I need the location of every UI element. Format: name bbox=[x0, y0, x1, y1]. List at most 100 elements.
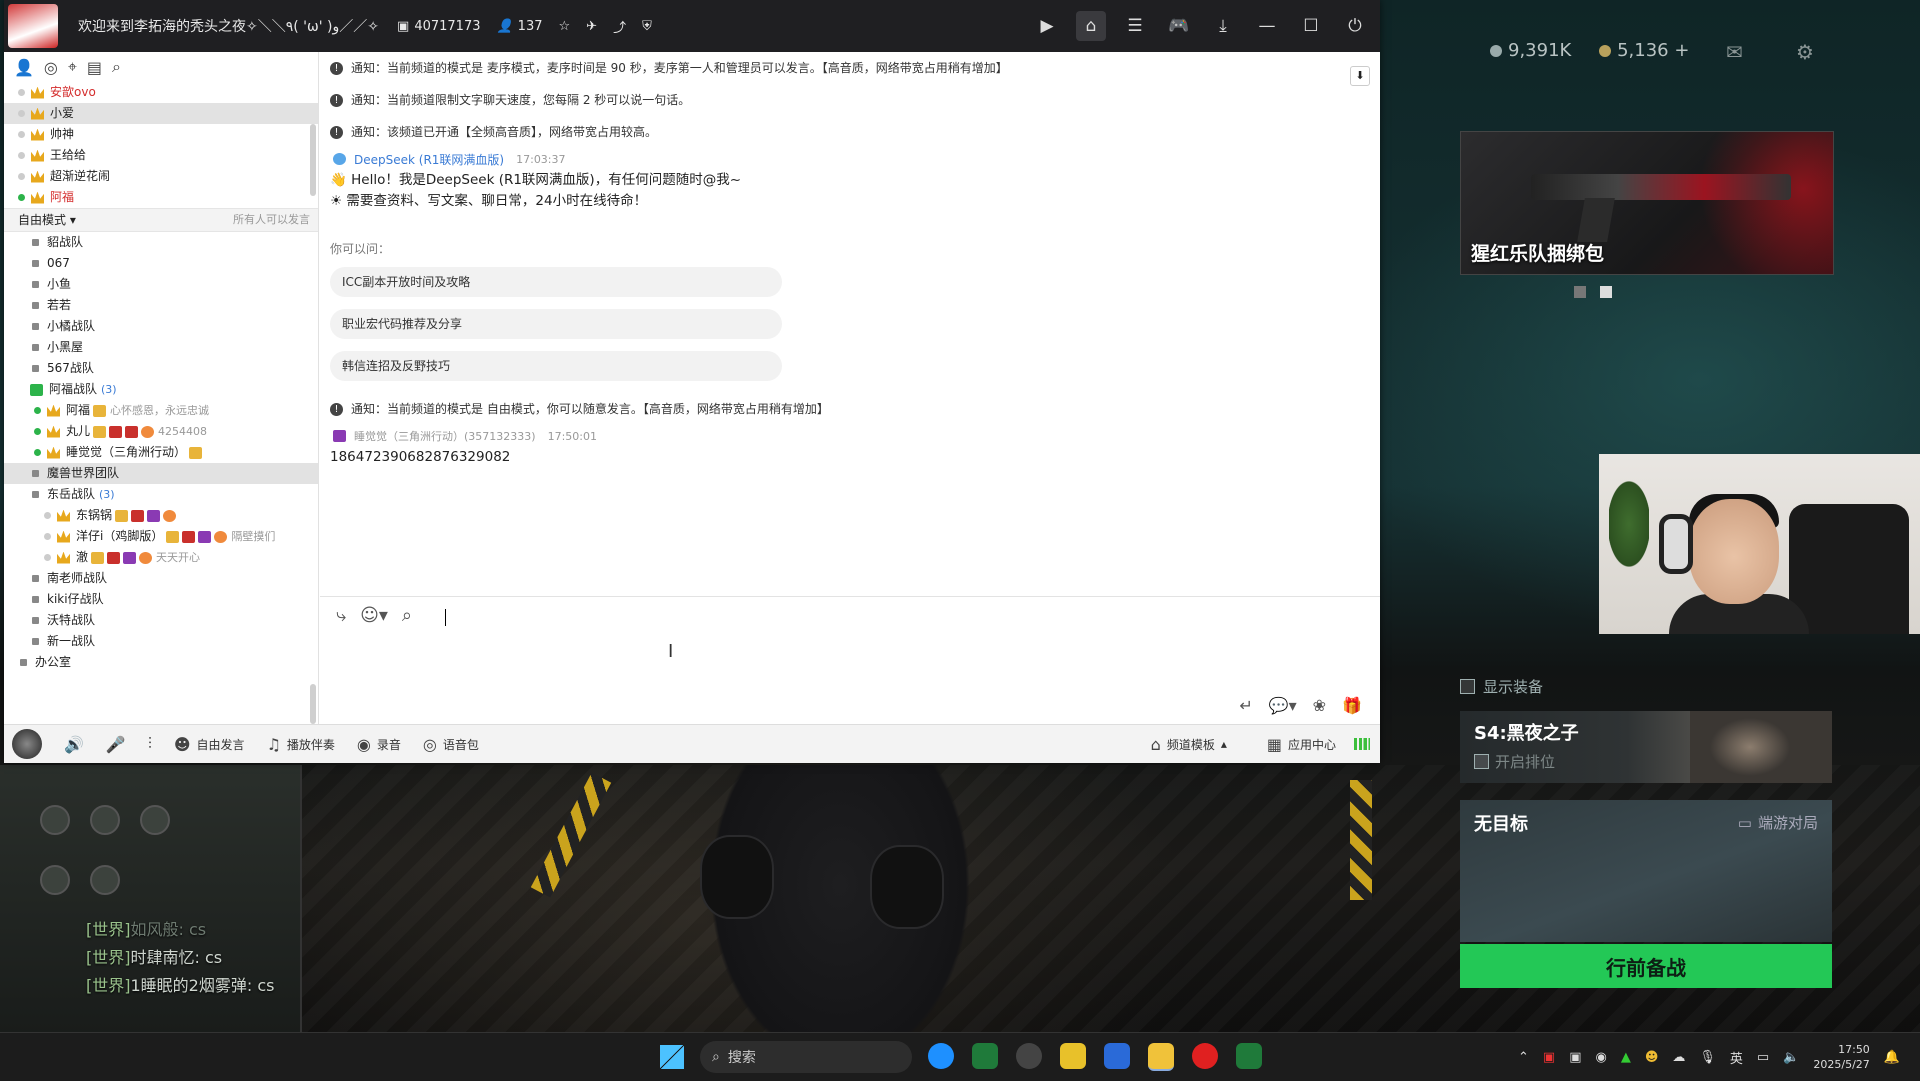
user-row[interactable]: 王给给 bbox=[4, 145, 318, 166]
scroll-down-button[interactable]: ⬇ bbox=[1350, 66, 1370, 86]
volume-icon[interactable]: 🔈 bbox=[1783, 1050, 1799, 1065]
shield-icon[interactable]: ⛨ bbox=[642, 19, 652, 34]
voice-pack-button[interactable]: ◎ 语音包 bbox=[423, 735, 479, 754]
member-row[interactable]: 阿福 心怀感恩，永远忠诚 bbox=[4, 400, 318, 421]
channel-item[interactable]: 貂战队 bbox=[4, 232, 318, 253]
enter-icon[interactable]: ↵ bbox=[1239, 696, 1252, 715]
show-equipment-toggle[interactable]: 显示装备 bbox=[1460, 676, 1543, 697]
maximize-button[interactable]: ☐ bbox=[1296, 11, 1326, 41]
mic-icon[interactable]: 🎤 bbox=[106, 735, 126, 754]
tray-app-icon[interactable]: ▣ bbox=[1543, 1050, 1555, 1065]
suggestion-chip[interactable]: 韩信连招及反野技巧 bbox=[330, 351, 782, 381]
record-button[interactable]: ◉ 录音 bbox=[357, 735, 401, 754]
channel-item[interactable]: 小橘战队 bbox=[4, 316, 318, 337]
yy-voice-icon[interactable] bbox=[1148, 1043, 1174, 1071]
promo-pager[interactable] bbox=[1574, 286, 1626, 301]
member-row[interactable]: 洋仔i（鸡脚版） 隔壁摸们 bbox=[4, 526, 318, 547]
channel-item[interactable]: 新一战队 bbox=[4, 631, 318, 652]
channel-item[interactable]: 若若 bbox=[4, 295, 318, 316]
channel-item[interactable]: 魔兽世界团队 bbox=[4, 463, 318, 484]
location-icon[interactable]: ⌖ bbox=[68, 57, 77, 77]
app-icon[interactable] bbox=[1236, 1043, 1262, 1069]
member-row[interactable]: 睡觉觉（三角洲行动） bbox=[4, 442, 318, 463]
chat-icon[interactable]: ◎ bbox=[44, 58, 58, 77]
message-input-area[interactable]: ⤷ ☺▾ ⌕ I ↵ 💬▾ ❀ 🎁 bbox=[320, 596, 1380, 725]
channel-logo[interactable] bbox=[8, 4, 58, 48]
ime-indicator[interactable]: 英 bbox=[1730, 1048, 1743, 1067]
mission-card[interactable]: 无目标 ▭ 端游对局 bbox=[1460, 800, 1832, 942]
scrollbar[interactable] bbox=[310, 124, 316, 196]
sender-name[interactable]: 睡觉觉（三角洲行动）(357132333) bbox=[354, 428, 536, 444]
channel-item[interactable]: 567战队 bbox=[4, 358, 318, 379]
season-card[interactable]: S4:黑夜之子 开启排位 bbox=[1460, 711, 1832, 783]
app-icon[interactable] bbox=[1104, 1043, 1130, 1069]
channel-group[interactable]: 东岳战队 (3) bbox=[4, 484, 318, 505]
free-speak-button[interactable]: ☻ 自由发言 bbox=[174, 735, 245, 754]
video-icon[interactable]: ▶ bbox=[1032, 11, 1062, 41]
list-icon[interactable]: ☰ bbox=[1120, 11, 1150, 41]
channel-item[interactable]: 小鱼 bbox=[4, 274, 318, 295]
member-row[interactable]: 东锅锅 bbox=[4, 505, 318, 526]
taskbar-search[interactable]: ⌕ 搜索 bbox=[700, 1041, 912, 1073]
cloud-icon[interactable]: ☁ bbox=[1672, 1050, 1685, 1065]
online-count[interactable]: 👤 137 bbox=[496, 19, 542, 34]
search-icon[interactable]: ⌕ bbox=[112, 57, 121, 77]
channel-group[interactable]: 阿福战队 (3) bbox=[4, 379, 318, 400]
app-icon[interactable] bbox=[1060, 1043, 1086, 1069]
channel-item[interactable]: 沃特战队 bbox=[4, 610, 318, 631]
share-icon[interactable]: ⤴ bbox=[613, 17, 626, 36]
edge-icon[interactable] bbox=[928, 1043, 954, 1069]
app-center-button[interactable]: ▦ 应用中心 bbox=[1267, 735, 1336, 754]
scrollbar[interactable] bbox=[310, 684, 316, 724]
tray-app-icon[interactable]: ▲ bbox=[1621, 1050, 1631, 1065]
channel-id[interactable]: ▣ 40717173 bbox=[397, 19, 480, 34]
emoji-icon[interactable]: ☺▾ bbox=[360, 605, 388, 626]
music-app-icon[interactable] bbox=[1192, 1043, 1218, 1069]
clock[interactable]: 17:50 2025/5/27 bbox=[1813, 1042, 1869, 1072]
mail-icon[interactable]: ✉ bbox=[1726, 42, 1752, 62]
bot-name[interactable]: DeepSeek (R1联网满血版) bbox=[354, 151, 504, 168]
network-icon[interactable]: ▭ bbox=[1757, 1050, 1769, 1065]
tray-app-icon[interactable]: ☻ bbox=[1645, 1050, 1659, 1065]
minimize-button[interactable]: — bbox=[1252, 11, 1282, 41]
ranked-toggle[interactable]: 开启排位 bbox=[1474, 751, 1555, 772]
flower-icon[interactable]: ❀ bbox=[1313, 696, 1326, 715]
board-icon[interactable]: ▤ bbox=[87, 58, 102, 77]
user-row[interactable]: 小爱 bbox=[4, 103, 318, 124]
channel-item[interactable]: kiki仔战队 bbox=[4, 589, 318, 610]
avatar[interactable] bbox=[12, 729, 42, 759]
contacts-icon[interactable]: 👤 bbox=[14, 58, 34, 77]
checkbox[interactable] bbox=[1460, 679, 1475, 694]
gear-icon[interactable]: ⚙ bbox=[1796, 42, 1822, 62]
channel-item[interactable]: 办公室 bbox=[4, 652, 318, 673]
mic-icon[interactable]: 🎙 bbox=[1699, 1050, 1716, 1065]
gift-icon[interactable]: 🎁 bbox=[1342, 696, 1362, 715]
channel-item[interactable]: 小黑屋 bbox=[4, 337, 318, 358]
user-row[interactable]: 超渐逆花闹 bbox=[4, 166, 318, 187]
channel-template-button[interactable]: ⌂ 频道模板 ▴ bbox=[1151, 735, 1227, 754]
windows-start-icon[interactable] bbox=[660, 1045, 684, 1069]
mixer-icon[interactable]: ⫶ bbox=[148, 734, 152, 754]
steam-icon[interactable]: ◉ bbox=[1595, 1050, 1606, 1065]
member-row[interactable]: 澈 天天开心 bbox=[4, 547, 318, 568]
suggestion-chip[interactable]: ICC副本开放时间及攻略 bbox=[330, 267, 782, 297]
screenshot-icon[interactable]: ⤷ bbox=[336, 605, 346, 626]
speaker-icon[interactable]: 🔊 bbox=[64, 735, 84, 754]
chevron-up-icon[interactable]: ⌃ bbox=[1518, 1050, 1529, 1065]
favorite-icon[interactable]: ☆ bbox=[559, 19, 571, 34]
mode-row[interactable]: 自由模式 ▾ 所有人可以发言 bbox=[4, 208, 318, 232]
plane-icon[interactable]: ✈ bbox=[586, 19, 597, 34]
bubble-icon[interactable]: 💬▾ bbox=[1269, 696, 1297, 715]
gamepad-icon[interactable]: 🎮 bbox=[1164, 11, 1194, 41]
user-row[interactable]: 安歆ovo bbox=[4, 82, 318, 103]
close-button[interactable]: ⏻ bbox=[1340, 11, 1370, 41]
tray-app-icon[interactable]: ▣ bbox=[1569, 1050, 1581, 1065]
play-music-button[interactable]: ♫ 播放伴奏 bbox=[267, 735, 335, 754]
channel-item[interactable]: 南老师战队 bbox=[4, 568, 318, 589]
search-image-icon[interactable]: ⌕ bbox=[402, 605, 412, 626]
download-icon[interactable]: ⤓ bbox=[1208, 11, 1238, 41]
suggestion-chip[interactable]: 职业宏代码推荐及分享 bbox=[330, 309, 782, 339]
steam-icon[interactable] bbox=[1016, 1043, 1042, 1069]
channel-item[interactable]: 067 bbox=[4, 253, 318, 274]
user-row[interactable]: 帅神 bbox=[4, 124, 318, 145]
